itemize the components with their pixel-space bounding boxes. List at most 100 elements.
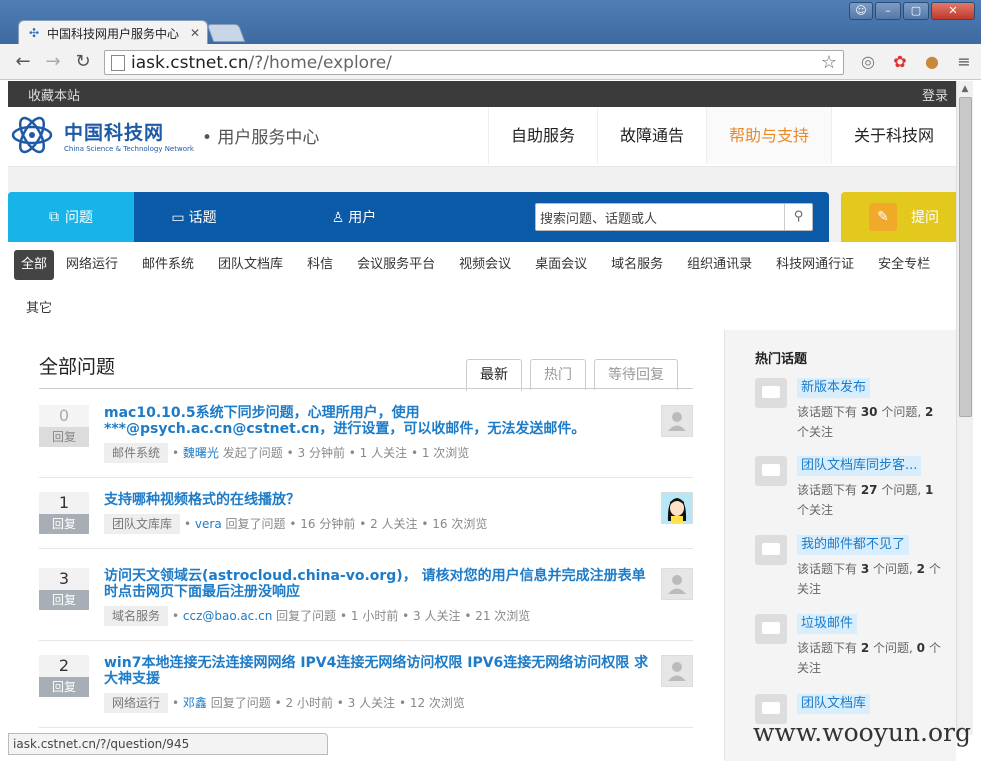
reload-icon[interactable]: ↻ [68, 51, 98, 72]
back-arrow-icon[interactable]: ← [8, 51, 38, 72]
topic-chat-icon[interactable] [755, 535, 787, 565]
user-icon: ♙ [331, 210, 345, 226]
topic-stats: 该话题下有 2 个问题, 0 个关注 [797, 638, 947, 678]
category-item[interactable]: 科信 [295, 250, 345, 280]
nav-about[interactable]: 关于科技网 [830, 107, 956, 164]
minimize-button[interactable]: – [875, 2, 901, 20]
avatar[interactable] [661, 568, 693, 600]
question-tag[interactable]: 域名服务 [104, 606, 169, 626]
question-title-link[interactable]: 访问天文领域云(astrocloud.china-vo.org)， 请核对您的用… [104, 568, 649, 600]
reply-label: 回复 [39, 677, 89, 697]
avatar[interactable] [661, 492, 693, 524]
topic-question-count: 27 [860, 483, 878, 497]
search-icon[interactable]: ⚲ [784, 204, 812, 230]
chat-bubble-icon: ▭ [171, 210, 185, 226]
category-item[interactable]: 桌面会议 [523, 250, 599, 280]
page-scrollbar[interactable]: ▲ [956, 81, 973, 735]
topic-stats-mid: 个问题, [869, 562, 917, 576]
tab-questions[interactable]: ⧉ 问题 [8, 192, 134, 242]
tab-users[interactable]: ♙ 用户 [294, 207, 414, 227]
topic-question-count: 3 [860, 562, 870, 576]
question-time: • 3 分钟前 [286, 446, 345, 460]
extension-circle-icon[interactable]: ◎ [857, 52, 879, 71]
copy-icon: ⧉ [49, 209, 59, 225]
category-item[interactable]: 安全专栏 [866, 250, 942, 280]
category-item[interactable]: 科技网通行证 [764, 250, 866, 280]
question-user-link[interactable]: 邓鑫 [183, 696, 207, 710]
question-action: 回复了问题 [276, 609, 337, 623]
category-item[interactable]: 其它 [14, 294, 64, 324]
topic-name-link[interactable]: 团队文档库 [797, 694, 871, 714]
question-title-link[interactable]: mac10.10.5系统下同步问题，心理所用户，使用***@psych.ac.c… [104, 405, 649, 437]
forward-arrow-icon[interactable]: → [38, 51, 68, 72]
question-meta: 邮件系统 • 魏曙光 发起了问题 • 3 分钟前 • 1 人关注 • 1 次浏览 [104, 443, 469, 463]
question-user-link[interactable]: ccz@bao.ac.cn [183, 609, 272, 623]
filter-unanswered[interactable]: 等待回复 [594, 359, 678, 390]
topic-chat-icon[interactable] [755, 614, 787, 644]
category-item[interactable]: 团队文档库 [206, 250, 295, 280]
question-follows: • 3 人关注 [336, 696, 396, 710]
nav-outage-notice[interactable]: 故障通告 [596, 107, 706, 164]
question-views: • 12 次浏览 [398, 696, 465, 710]
category-item[interactable]: 邮件系统 [130, 250, 206, 280]
search-input[interactable]: 搜索问题、话题或人 [536, 208, 784, 227]
reply-count: 1 [39, 492, 89, 514]
avatar[interactable] [661, 655, 693, 687]
bookmark-star-icon[interactable]: ☆ [821, 52, 837, 73]
nav-help-support[interactable]: 帮助与支持 [705, 107, 831, 164]
topic-chat-icon[interactable] [755, 456, 787, 486]
question-time: • 16 分钟前 [289, 517, 356, 531]
question-title-link[interactable]: win7本地连接无法连接网网络 IPV4连接无网络访问权限 IPV6连接无网络访… [104, 655, 649, 687]
search-box: 搜索问题、话题或人 ⚲ [535, 203, 813, 231]
category-item[interactable]: 组织通讯录 [675, 250, 764, 280]
question-user-link[interactable]: 魏曙光 [183, 446, 219, 460]
reply-count: 2 [39, 655, 89, 677]
question-list-panel: 全部问题 最新 热门 等待回复 0 回复 mac10.10.5系统下同步问题，心理所… [8, 330, 724, 761]
tab-close-icon[interactable]: ✕ [187, 26, 203, 40]
login-link[interactable]: 登录 [922, 85, 948, 104]
avatar[interactable] [661, 405, 693, 437]
topic-chat-icon[interactable] [755, 378, 787, 408]
tab-topics[interactable]: ▭ 话题 [134, 207, 254, 227]
category-item[interactable]: 视频会议 [447, 250, 523, 280]
ask-question-button[interactable]: ✎ 提问 [841, 192, 956, 242]
edit-icon: ✎ [869, 203, 897, 231]
nav-self-service[interactable]: 自助服务 [487, 107, 597, 164]
category-item[interactable]: 域名服务 [599, 250, 675, 280]
address-bar[interactable]: iask.cstnet.cn /?/home/explore/ ☆ [104, 50, 844, 75]
topic-stats: 该话题下有 3 个问题, 2 个关注 [797, 559, 947, 599]
site-logo[interactable]: 中国科技网 China Science & Technology Network… [10, 115, 319, 155]
scrollbar-thumb[interactable] [959, 97, 972, 417]
topic-name-link[interactable]: 新版本发布 [797, 378, 871, 398]
filter-hot[interactable]: 热门 [530, 359, 586, 390]
new-tab-button[interactable] [206, 24, 246, 42]
bookmark-site-link[interactable]: 收藏本站 [28, 85, 80, 104]
question-user-link[interactable]: vera [195, 517, 222, 531]
question-tag[interactable]: 团队文库库 [104, 514, 181, 534]
question-tag[interactable]: 邮件系统 [104, 443, 169, 463]
extension-tricolor-icon[interactable]: ✿ [889, 52, 911, 71]
category-item[interactable]: 会议服务平台 [345, 250, 447, 280]
maximize-button[interactable]: ▢ [903, 2, 929, 20]
question-divider [39, 548, 693, 549]
topic-question-count: 30 [860, 405, 878, 419]
topic-name-link[interactable]: 垃圾邮件 [797, 614, 858, 634]
question-title-link[interactable]: 支持哪种视频格式的在线播放？ [104, 492, 649, 508]
user-profile-icon[interactable]: ☺ [849, 2, 873, 20]
extension-cookie-icon[interactable]: ● [921, 52, 943, 71]
filter-latest[interactable]: 最新 [466, 359, 522, 391]
reply-count: 0 [39, 405, 89, 427]
reply-count-badge: 0 回复 [39, 405, 89, 449]
category-item[interactable]: 网络运行 [54, 250, 130, 280]
topic-name-link[interactable]: 团队文档库同步客... [797, 456, 922, 476]
question-time: • 1 小时前 [339, 609, 399, 623]
topic-name-link[interactable]: 我的邮件都不见了 [797, 535, 910, 555]
scroll-up-arrow-icon[interactable]: ▲ [957, 81, 973, 97]
question-meta: 网络运行 • 邓鑫 回复了问题 • 2 小时前 • 3 人关注 • 12 次浏览 [104, 693, 465, 713]
cstnet-atom-logo-icon [11, 116, 53, 154]
category-item[interactable]: 全部 [14, 250, 55, 280]
close-window-button[interactable]: ✕ [931, 2, 975, 20]
browser-tab[interactable]: ✣ 中国科技网用户服务中心 ✕ [18, 20, 208, 45]
question-tag[interactable]: 网络运行 [104, 693, 169, 713]
menu-icon[interactable]: ≡ [953, 52, 975, 71]
